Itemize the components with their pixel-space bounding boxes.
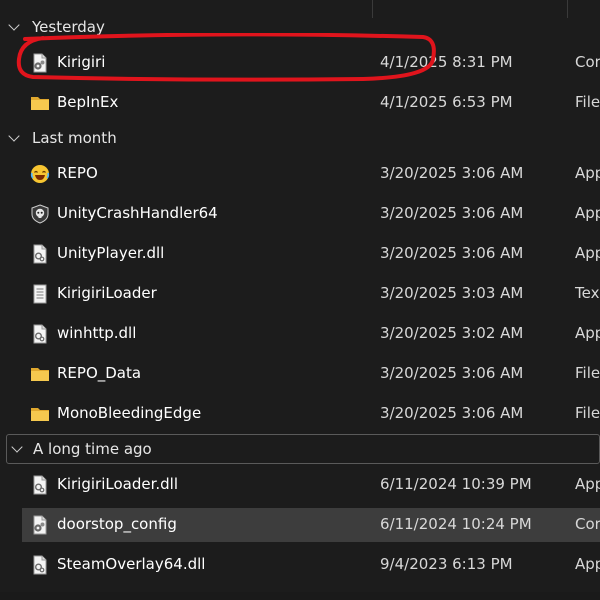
file-type: Tex bbox=[575, 284, 600, 302]
file-row-doorstop-config[interactable]: doorstop_config 6/11/2024 10:24 PM Cor bbox=[22, 508, 600, 542]
file-name: KirigiriLoader bbox=[57, 284, 157, 302]
file-row-steamoverlay64-dll[interactable]: SteamOverlay64.dll 9/4/2023 6:13 PM App bbox=[22, 548, 600, 582]
file-date: 3/20/2025 3:06 AM bbox=[380, 244, 524, 262]
dll-file-icon bbox=[33, 555, 47, 575]
file-row-kirigiri[interactable]: Kirigiri 4/1/2025 8:31 PM Cor bbox=[22, 46, 600, 80]
file-name: UnityPlayer.dll bbox=[57, 244, 165, 262]
file-type: File bbox=[575, 404, 600, 422]
file-row-kirigiriloader[interactable]: KirigiriLoader 3/20/2025 3:03 AM Tex bbox=[22, 277, 600, 311]
file-name: SteamOverlay64.dll bbox=[57, 555, 206, 573]
file-type: App bbox=[575, 244, 600, 262]
file-type: Cor bbox=[575, 53, 600, 71]
file-row-bepinex[interactable]: BepInEx 4/1/2025 6:53 PM File bbox=[22, 86, 600, 120]
group-label: A long time ago bbox=[33, 440, 152, 458]
file-date: 6/11/2024 10:39 PM bbox=[380, 475, 532, 493]
file-date: 4/1/2025 6:53 PM bbox=[380, 93, 513, 111]
file-type: App bbox=[575, 204, 600, 222]
group-label: Yesterday bbox=[32, 18, 105, 36]
file-date: 3/20/2025 3:06 AM bbox=[380, 404, 524, 422]
file-name: UnityCrashHandler64 bbox=[57, 204, 218, 222]
chevron-down-icon bbox=[11, 441, 23, 453]
file-row-unitycrashhandler64[interactable]: UnityCrashHandler64 3/20/2025 3:06 AM Ap… bbox=[22, 197, 600, 231]
dll-file-icon bbox=[33, 324, 47, 344]
file-name: winhttp.dll bbox=[57, 324, 137, 342]
file-name: doorstop_config bbox=[57, 515, 177, 533]
file-type: App bbox=[575, 555, 600, 573]
file-date: 6/11/2024 10:24 PM bbox=[380, 515, 532, 533]
file-row-unityplayer-dll[interactable]: UnityPlayer.dll 3/20/2025 3:06 AM App bbox=[22, 237, 600, 271]
file-date: 3/20/2025 3:06 AM bbox=[380, 204, 524, 222]
file-type: App bbox=[575, 324, 600, 342]
file-date: 9/4/2023 6:13 PM bbox=[380, 555, 513, 573]
laughing-emoji-icon bbox=[30, 165, 50, 183]
group-header-a-long-time-ago[interactable]: A long time ago bbox=[6, 434, 600, 464]
file-row-winhttp-dll[interactable]: winhttp.dll 3/20/2025 3:02 AM App bbox=[22, 317, 600, 351]
file-type: Cor bbox=[575, 515, 600, 533]
folder-icon bbox=[31, 97, 49, 110]
chevron-down-icon bbox=[8, 19, 20, 31]
group-header-last-month[interactable]: Last month bbox=[0, 123, 600, 153]
folder-icon bbox=[31, 368, 49, 381]
file-name: BepInEx bbox=[57, 93, 119, 111]
group-header-yesterday[interactable]: Yesterday bbox=[0, 12, 600, 42]
file-row-monobleedingedge[interactable]: MonoBleedingEdge 3/20/2025 3:06 AM File bbox=[22, 397, 600, 431]
file-type: File bbox=[575, 93, 600, 111]
config-settings-icon bbox=[33, 53, 47, 73]
file-date: 3/20/2025 3:02 AM bbox=[380, 324, 524, 342]
file-row-kirigiriloader-dll[interactable]: KirigiriLoader.dll 6/11/2024 10:39 PM Ap… bbox=[22, 468, 600, 502]
chevron-down-icon bbox=[8, 130, 20, 142]
file-type: App bbox=[575, 475, 600, 493]
file-name: Kirigiri bbox=[57, 53, 106, 71]
file-name: REPO_Data bbox=[57, 364, 142, 382]
dll-file-icon bbox=[33, 475, 47, 495]
file-row-repo-data[interactable]: REPO_Data 3/20/2025 3:06 AM File bbox=[22, 357, 600, 391]
file-type: File bbox=[575, 364, 600, 382]
file-date: 3/20/2025 3:06 AM bbox=[380, 164, 524, 182]
file-row-repo[interactable]: REPO 3/20/2025 3:06 AM App bbox=[22, 157, 600, 191]
folder-icon bbox=[31, 408, 49, 421]
file-date: 4/1/2025 8:31 PM bbox=[380, 53, 513, 71]
file-name: MonoBleedingEdge bbox=[57, 404, 202, 422]
dll-file-icon bbox=[33, 244, 47, 264]
file-name: REPO bbox=[57, 164, 98, 182]
config-settings-icon bbox=[33, 515, 47, 535]
file-date: 3/20/2025 3:06 AM bbox=[380, 364, 524, 382]
skull-shield-icon bbox=[31, 204, 49, 224]
group-label: Last month bbox=[32, 129, 117, 147]
file-name: KirigiriLoader.dll bbox=[57, 475, 178, 493]
file-explorer-list: Yesterday Kirigiri 4/1/2025 8:31 PM Cor … bbox=[0, 0, 600, 600]
text-file-icon bbox=[33, 284, 47, 304]
bottom-edge bbox=[0, 592, 600, 600]
file-type: App bbox=[575, 164, 600, 182]
file-date: 3/20/2025 3:03 AM bbox=[380, 284, 524, 302]
